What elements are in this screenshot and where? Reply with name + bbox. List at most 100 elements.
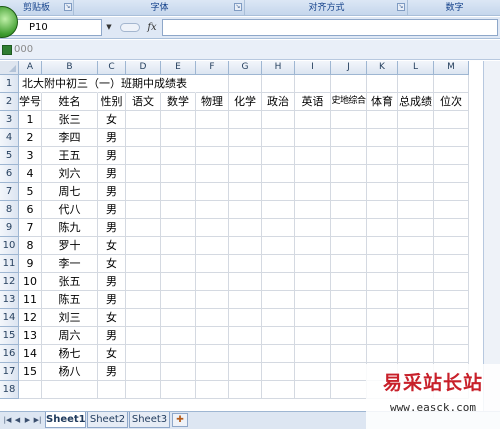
insert-sheet-icon[interactable]: ✚: [172, 413, 188, 427]
name-box[interactable]: P10: [10, 19, 102, 36]
header-cell[interactable]: 化学: [229, 93, 262, 111]
cell[interactable]: [398, 273, 434, 291]
cell[interactable]: [262, 309, 295, 327]
cell[interactable]: [262, 327, 295, 345]
cell[interactable]: [126, 327, 161, 345]
cell[interactable]: [42, 381, 98, 399]
cell[interactable]: [398, 291, 434, 309]
column-header-l[interactable]: L: [398, 61, 434, 75]
cell[interactable]: [126, 219, 161, 237]
formula-bar-resize-handle[interactable]: [120, 19, 140, 36]
cell[interactable]: 刘三: [42, 309, 98, 327]
cell[interactable]: [331, 291, 367, 309]
cell[interactable]: [229, 147, 262, 165]
cell[interactable]: [196, 291, 229, 309]
cell[interactable]: [434, 345, 469, 363]
header-cell[interactable]: 语文: [126, 93, 161, 111]
cell[interactable]: [98, 381, 126, 399]
cell[interactable]: [126, 255, 161, 273]
cell[interactable]: [161, 129, 196, 147]
cell[interactable]: [367, 129, 398, 147]
cell[interactable]: [262, 219, 295, 237]
cell[interactable]: [196, 147, 229, 165]
cell[interactable]: [229, 291, 262, 309]
cell[interactable]: [398, 201, 434, 219]
cell[interactable]: [398, 219, 434, 237]
cell[interactable]: [262, 129, 295, 147]
cell[interactable]: [331, 219, 367, 237]
row-header-10[interactable]: 10: [0, 237, 19, 255]
cell[interactable]: [367, 111, 398, 129]
cell[interactable]: [367, 345, 398, 363]
cell[interactable]: 5: [19, 183, 42, 201]
cell[interactable]: [295, 147, 331, 165]
cell[interactable]: [367, 75, 398, 93]
cell[interactable]: [126, 129, 161, 147]
row-header-13[interactable]: 13: [0, 291, 19, 309]
cell[interactable]: [196, 201, 229, 219]
cell[interactable]: 9: [19, 255, 42, 273]
header-cell[interactable]: 姓名: [42, 93, 98, 111]
cell[interactable]: 男: [98, 291, 126, 309]
dialog-launcher-icon[interactable]: ↘: [397, 3, 405, 11]
row-header-17[interactable]: 17: [0, 363, 19, 381]
cell[interactable]: [229, 219, 262, 237]
ribbon-group-font[interactable]: 字体: [75, 0, 245, 16]
header-cell[interactable]: 位次: [434, 93, 469, 111]
cell[interactable]: [398, 255, 434, 273]
cell[interactable]: [196, 309, 229, 327]
cell[interactable]: [367, 273, 398, 291]
header-cell[interactable]: 物理: [196, 93, 229, 111]
select-all-button[interactable]: [0, 61, 19, 75]
cell[interactable]: [126, 201, 161, 219]
cell[interactable]: 男: [98, 363, 126, 381]
cell[interactable]: [161, 291, 196, 309]
cell[interactable]: [434, 75, 469, 93]
header-cell[interactable]: 学号: [19, 93, 42, 111]
cell[interactable]: [126, 273, 161, 291]
cell[interactable]: 10: [19, 273, 42, 291]
cell[interactable]: [196, 237, 229, 255]
ribbon-group-alignment[interactable]: 对齐方式: [246, 0, 408, 16]
cell[interactable]: 3: [19, 147, 42, 165]
cell[interactable]: [161, 381, 196, 399]
cell[interactable]: [367, 327, 398, 345]
column-header-g[interactable]: G: [229, 61, 262, 75]
cell[interactable]: 8: [19, 237, 42, 255]
cell[interactable]: [229, 183, 262, 201]
insert-function-button[interactable]: fx: [144, 19, 160, 36]
cell[interactable]: [434, 219, 469, 237]
formula-input[interactable]: [162, 19, 498, 36]
cell[interactable]: [398, 327, 434, 345]
cell[interactable]: [398, 345, 434, 363]
cell[interactable]: [434, 309, 469, 327]
cell[interactable]: [126, 147, 161, 165]
row-header-8[interactable]: 8: [0, 201, 19, 219]
cell[interactable]: [331, 75, 367, 93]
cell[interactable]: [398, 165, 434, 183]
cell[interactable]: [367, 183, 398, 201]
cell[interactable]: [295, 183, 331, 201]
cell[interactable]: [196, 381, 229, 399]
cell[interactable]: [196, 111, 229, 129]
cell[interactable]: [161, 273, 196, 291]
cell[interactable]: [295, 309, 331, 327]
header-cell[interactable]: 政治: [262, 93, 295, 111]
chevron-down-icon[interactable]: ▼: [103, 19, 115, 36]
cell[interactable]: [126, 381, 161, 399]
cell[interactable]: [262, 291, 295, 309]
cell[interactable]: [295, 381, 331, 399]
row-header-4[interactable]: 4: [0, 129, 19, 147]
cell[interactable]: 男: [98, 201, 126, 219]
cell[interactable]: [398, 183, 434, 201]
cell[interactable]: [161, 165, 196, 183]
cell[interactable]: 4: [19, 165, 42, 183]
cell[interactable]: [398, 129, 434, 147]
cell[interactable]: [398, 147, 434, 165]
cell[interactable]: 男: [98, 129, 126, 147]
cell[interactable]: 女: [98, 255, 126, 273]
cell[interactable]: [331, 201, 367, 219]
row-header-9[interactable]: 9: [0, 219, 19, 237]
row-header-3[interactable]: 3: [0, 111, 19, 129]
cell[interactable]: [196, 75, 229, 93]
